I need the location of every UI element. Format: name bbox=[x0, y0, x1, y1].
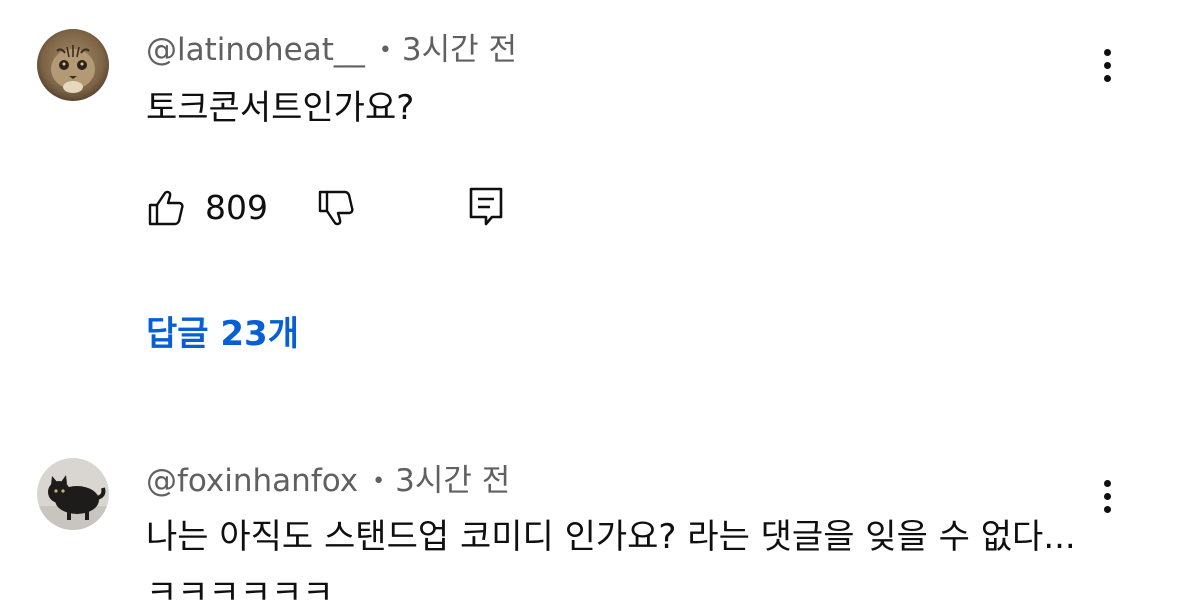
comment-time: 3시간 전 bbox=[401, 32, 517, 68]
avatar[interactable] bbox=[37, 458, 109, 530]
more-dot-icon bbox=[1103, 75, 1111, 82]
comment-item: @latinoheat__ • 3시간 전 토크콘서트인가요? 809 답글 23개 bbox=[0, 0, 1179, 420]
leopard-cat-avatar-icon bbox=[37, 29, 109, 101]
reply-icon[interactable] bbox=[468, 186, 504, 228]
thumbs-down-icon[interactable] bbox=[316, 188, 356, 228]
more-dot-icon bbox=[1103, 49, 1111, 56]
comment-time: 3시간 전 bbox=[395, 463, 511, 499]
more-dot-icon bbox=[1103, 480, 1111, 487]
comment-actions: 809 bbox=[146, 184, 546, 232]
avatar[interactable] bbox=[37, 29, 109, 101]
more-options-button[interactable] bbox=[1094, 46, 1120, 86]
like-count: 809 bbox=[205, 188, 268, 227]
black-cat-avatar-icon bbox=[37, 458, 109, 530]
author-name[interactable]: @latinoheat__ bbox=[146, 32, 365, 68]
more-dot-icon bbox=[1103, 506, 1111, 513]
comment-text: 나는 아직도 스탠드업 코미디 인가요? 라는 댓글을 잊을 수 없다... ㅋ… bbox=[146, 517, 1076, 600]
view-replies-link[interactable]: 답글 23개 bbox=[146, 310, 299, 358]
more-dot-icon bbox=[1103, 493, 1111, 500]
more-options-button[interactable] bbox=[1094, 477, 1120, 517]
meta-separator: • bbox=[372, 469, 386, 494]
meta-separator: • bbox=[378, 38, 392, 63]
more-dot-icon bbox=[1103, 62, 1111, 69]
comment-meta: @foxinhanfox • 3시간 전 bbox=[146, 461, 510, 505]
comment-text: 토크콘서트인가요? bbox=[146, 88, 415, 128]
comments-page: @latinoheat__ • 3시간 전 토크콘서트인가요? 809 답글 23개 bbox=[0, 0, 1179, 600]
author-name[interactable]: @foxinhanfox bbox=[146, 463, 358, 499]
thumbs-up-icon[interactable] bbox=[146, 188, 186, 228]
comment-item: @foxinhanfox • 3시간 전 나는 아직도 스탠드업 코미디 인가요? … bbox=[0, 420, 1179, 600]
comment-meta: @latinoheat__ • 3시간 전 bbox=[146, 30, 517, 74]
